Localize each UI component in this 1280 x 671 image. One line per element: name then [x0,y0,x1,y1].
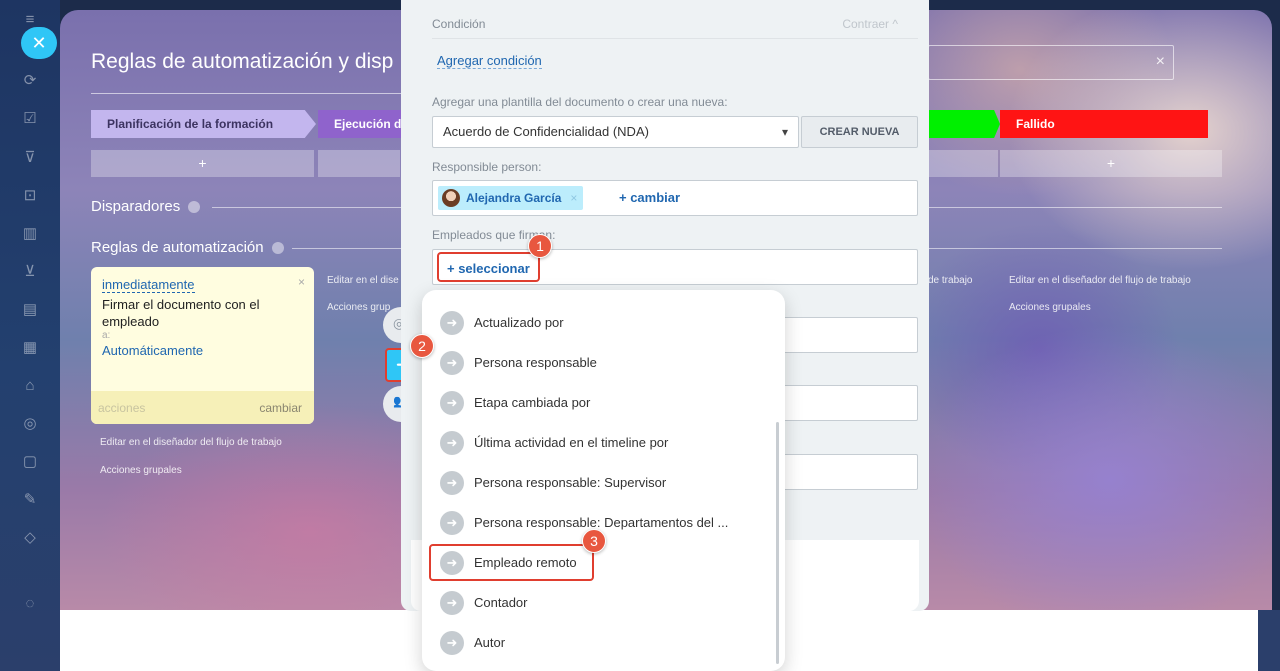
dropdown-item-label: Contador [474,595,528,610]
document-icon[interactable]: ▢ [20,452,40,472]
arrow-icon: ➜ [440,511,464,535]
template-label: Agregar una plantilla del documento o cr… [432,95,728,109]
settings-icon[interactable]: ◌ [20,594,40,614]
page-title: Reglas de automatización y disp [91,50,394,73]
template-value: Acuerdo de Confidencialidad (NDA) [443,124,649,139]
step-badge-3: 3 [582,529,606,553]
condition-divider [432,38,918,39]
responsible-field[interactable]: Alejandra García × + cambiar [432,180,918,216]
right-edge [1258,610,1280,671]
arrow-icon: ➜ [440,351,464,375]
group-actions-link[interactable]: Acciones grupales [1009,302,1091,313]
filter-icon[interactable]: ⊽ [20,148,40,168]
rule-card-footer: acciones cambiar [91,391,314,424]
pen-icon[interactable]: ✎ [20,490,40,510]
avatar [442,189,460,207]
arrow-icon: ➜ [440,391,464,415]
add-rule-column-button[interactable]: + [1000,150,1222,177]
rule-actions-label: acciones [98,401,146,415]
dropdown-scrollbar[interactable] [776,422,779,664]
arrow-icon: ➜ [440,591,464,615]
add-rule-column-button[interactable]: + [91,150,314,177]
group-actions-link[interactable]: Acciones grupales [100,465,182,476]
employee-dropdown: ➜ Actualizado por ➜ Persona responsable … [422,290,785,671]
rules-heading: Reglas de automatización [91,239,284,256]
dropdown-item-label: Autor [474,635,506,650]
signers-field[interactable]: + seleccionar [432,249,918,285]
contact-card-icon[interactable]: ▤ [20,300,40,320]
dropdown-item-label: Persona responsable [474,355,597,370]
calendar-icon[interactable]: ▦ [20,338,40,358]
inbox-icon[interactable]: ⊡ [20,186,40,206]
create-new-button[interactable]: CREAR NUEVA [801,116,918,148]
search-input[interactable]: × [928,45,1174,80]
triggers-heading: Disparadores [91,198,201,215]
arrow-icon: ➜ [440,471,464,495]
add-condition-link[interactable]: Agregar condición [437,53,542,69]
arrow-icon: ➜ [440,311,464,335]
highlight-frame [429,544,594,581]
store-icon[interactable]: ⌂ [20,376,40,396]
arrow-icon: ➜ [440,431,464,455]
box-icon[interactable]: ◇ [20,528,40,548]
analytics-icon[interactable]: ▥ [20,224,40,244]
tasks-icon[interactable]: ☑ [20,109,40,129]
rule-description: Firmar el documento con el empleado [102,297,260,329]
user-tag[interactable]: Alejandra García × [438,186,584,210]
help-icon[interactable] [271,242,284,255]
rule-assignee-link[interactable]: Automáticamente [102,343,203,358]
title-divider [91,93,401,94]
remove-user-icon[interactable]: × [570,186,577,210]
add-rule-column-button[interactable] [928,150,998,177]
rule-timing-link[interactable]: inmediatamente [102,277,195,293]
close-slider-button[interactable]: ✕ [21,27,57,59]
collapse-button[interactable]: Contraer ^ [842,17,898,31]
clear-search-icon[interactable]: × [1156,53,1165,71]
edit-designer-link[interactable]: Editar en el dise [327,275,399,286]
group-actions-link[interactable]: Acciones grup [327,302,390,313]
triggers-divider [928,207,1222,208]
left-rail: ≡ ⟳ ☑ ⊽ ⊡ ▥ ⊻ ▤ ▦ ⌂ ◎ ▢ ✎ ◇ ◌ [0,0,60,671]
stage-failed[interactable]: Fallido [1000,110,1208,138]
stage-planning[interactable]: Planificación de la formación [91,110,316,138]
delete-rule-icon[interactable]: × [298,275,305,289]
cart-icon[interactable]: ⊻ [20,262,40,282]
target-icon[interactable]: ◎ [20,414,40,434]
edit-designer-link[interactable]: Editar en el diseñador del flujo de trab… [1009,275,1191,286]
dropdown-item-label: Última actividad en el timeline por [474,435,669,450]
stage-execution[interactable]: Ejecución de [318,110,408,138]
step-badge-2: 2 [410,334,434,358]
dropdown-item-label: Etapa cambiada por [474,395,591,410]
crm-icon[interactable]: ⟳ [20,71,40,91]
dropdown-item-label: Actualizado por [474,315,564,330]
chevron-down-icon: ▾ [781,125,788,139]
user-name: Alejandra García [466,191,562,205]
add-rule-column-button[interactable] [318,150,400,177]
arrow-icon: ➜ [440,631,464,655]
change-responsible-link[interactable]: + cambiar [619,190,680,205]
triggers-label: Disparadores [91,198,181,215]
rule-to-label: a: [102,330,111,341]
responsible-label: Responsible person: [432,160,542,174]
dropdown-item-label: Persona responsable: Supervisor [474,475,667,490]
select-signers-button[interactable]: + seleccionar [437,252,540,282]
rule-change-button[interactable]: cambiar [259,401,302,415]
step-badge-1: 1 [528,234,552,258]
rules-divider [292,248,402,249]
triggers-divider [212,207,402,208]
automation-rule-card[interactable]: inmediatamente × Firmar el documento con… [91,267,314,424]
template-select[interactable]: Acuerdo de Confidencialidad (NDA) ▾ [432,116,799,148]
edit-designer-link[interactable]: Editar en el diseñador del flujo de trab… [100,437,282,448]
rules-label: Reglas de automatización [91,239,264,256]
condition-label: Condición [432,17,486,31]
stage-success[interactable] [926,110,1000,138]
help-icon[interactable] [188,201,201,214]
edit-designer-link[interactable]: de trabajo [928,275,972,286]
rules-divider [928,248,1222,249]
